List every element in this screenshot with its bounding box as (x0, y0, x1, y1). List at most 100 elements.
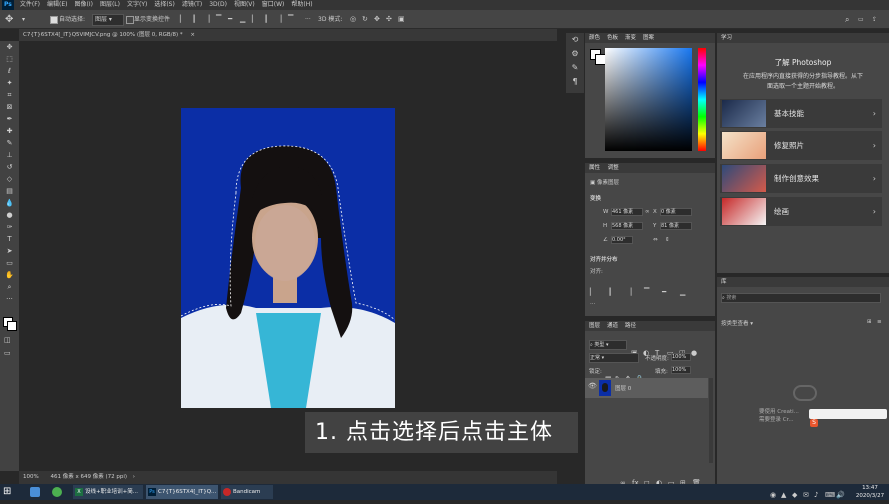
background-color-swatch[interactable] (7, 321, 17, 331)
more-tools-icon[interactable]: ··· (0, 293, 19, 305)
tray-icon-6[interactable]: ⌨ (825, 487, 836, 503)
prop-align-top-icon[interactable]: ▔ (644, 288, 662, 296)
canvas-area[interactable]: 1. 点击选择后点击主体 (19, 41, 578, 471)
menu-item[interactable]: 滤镜(T) (182, 1, 202, 8)
start-button[interactable]: ⊞ (3, 486, 15, 498)
ime-toolbar[interactable]: S (809, 409, 887, 427)
history-brush-tool-icon[interactable]: ↺ (0, 161, 19, 173)
angle-input[interactable]: 0.00° (611, 236, 633, 244)
frame-tool-icon[interactable]: ⊠ (0, 101, 19, 113)
align-right-icon[interactable]: ▕ (204, 10, 216, 29)
y-input[interactable]: 81 像素 (660, 222, 692, 230)
tray-icon-5[interactable]: ♪ (814, 487, 825, 503)
search-icon[interactable]: ⌕ (845, 10, 849, 29)
prop-align-center-icon[interactable]: ┃ (608, 288, 626, 296)
flip-vertical-icon[interactable]: ⇕ (665, 237, 670, 243)
menu-item[interactable]: 图像(I) (75, 1, 93, 8)
status-menu-arrow-icon[interactable]: › (133, 474, 135, 480)
document-tab[interactable]: C7{T}6STX4[_IT}Q5VIMJCV.png @ 100% (图层 0… (19, 29, 557, 41)
link-icon[interactable]: ∞ (645, 209, 650, 215)
width-input[interactable]: 461 像素 (611, 208, 643, 216)
tab-channels[interactable]: 通道 (607, 323, 618, 329)
taskbar-item-bandicam[interactable]: Bandicam (221, 485, 273, 499)
clock[interactable]: 13:47 2020/3/27 (853, 484, 887, 500)
taskbar-item-excel[interactable]: X 设线+职业培训+简... (73, 485, 143, 499)
distribute-top-icon[interactable]: ▏ (252, 10, 264, 29)
prop-align-bottom-icon[interactable]: ▁ (680, 288, 698, 296)
align-top-icon[interactable]: ▔ (216, 10, 228, 29)
menu-item[interactable]: 3D(D) (209, 1, 227, 8)
fill-input[interactable]: 100% (671, 366, 691, 374)
pen-tool-icon[interactable]: ✑ (0, 221, 19, 233)
view-by-type-dropdown[interactable]: 按类型查看 ▾ (721, 319, 753, 327)
scale-3d-icon[interactable]: ▣ (398, 10, 410, 29)
close-tab-icon[interactable]: × (190, 32, 195, 38)
tab-learn[interactable]: 学习 (721, 35, 732, 41)
align-middle-v-icon[interactable]: ━ (228, 10, 240, 29)
filter-toggle-icon[interactable]: ● (691, 349, 703, 357)
list-view-icon[interactable]: ≡ (877, 319, 882, 325)
roll-3d-icon[interactable]: ↻ (362, 10, 374, 29)
marquee-tool-icon[interactable]: ⬚ (0, 53, 19, 65)
align-center-h-icon[interactable]: ┃ (192, 10, 204, 29)
align-bottom-icon[interactable]: ▁ (240, 10, 252, 29)
rectangle-tool-icon[interactable]: ▭ (0, 257, 19, 269)
menu-item[interactable]: 选择(S) (154, 1, 175, 8)
actions-icon[interactable]: ⚙ (566, 47, 584, 61)
auto-select-dropdown[interactable]: 图层 ▾ (92, 14, 124, 26)
tab-properties[interactable]: 属性 (589, 165, 600, 171)
type-tool-icon[interactable]: T (0, 233, 19, 245)
prop-align-left-icon[interactable]: ▏ (590, 288, 608, 296)
gradient-tool-icon[interactable]: ▤ (0, 185, 19, 197)
history-icon[interactable]: ⟲ (566, 33, 584, 47)
more-properties-icon[interactable]: ··· (590, 301, 595, 307)
learn-item-creative-effects[interactable]: 制作创意效果 › (720, 164, 882, 193)
align-left-icon[interactable]: ▏ (180, 10, 192, 29)
distribute-bottom-icon[interactable]: ▕ (276, 10, 288, 29)
pan-3d-icon[interactable]: ✥ (374, 10, 386, 29)
hand-tool-icon[interactable]: ✋ (0, 269, 19, 281)
clone-stamp-tool-icon[interactable]: ⊥ (0, 149, 19, 161)
distribute-left-icon[interactable]: ▔ (288, 10, 300, 29)
tool-preset-dropdown[interactable]: ▾ (22, 10, 25, 29)
taskbar-item-photoshop[interactable]: Ps C7{T}6STX4[_IT}Q... (146, 485, 218, 499)
prop-align-right-icon[interactable]: ▕ (626, 288, 644, 296)
tray-icon-3[interactable]: ◆ (792, 487, 803, 503)
eraser-tool-icon[interactable]: ◇ (0, 173, 19, 185)
photo-canvas[interactable] (181, 108, 395, 408)
crop-tool-icon[interactable]: ⌗ (0, 89, 19, 101)
layer-row[interactable]: 👁 图层 0 (585, 378, 708, 398)
menu-item[interactable]: 视图(V) (234, 1, 255, 8)
tab-patterns[interactable]: 图案 (643, 35, 654, 41)
tab-libraries[interactable]: 库 (721, 279, 727, 285)
blend-mode-select[interactable]: 正常 ▾ (589, 353, 639, 363)
app-icon-1[interactable] (30, 487, 40, 497)
menu-item[interactable]: 文件(F) (20, 1, 40, 8)
hue-slider[interactable] (698, 48, 706, 151)
app-icon-2[interactable] (52, 487, 62, 497)
zoom-tool-icon[interactable]: ⌕ (0, 281, 19, 293)
library-search-input[interactable]: ⌕ 搜索 (721, 293, 881, 303)
brush-tool-icon[interactable]: ✎ (0, 137, 19, 149)
more-options-icon[interactable]: ··· (305, 10, 311, 29)
tab-gradients[interactable]: 渐变 (625, 35, 636, 41)
tab-color[interactable]: 颜色 (589, 35, 600, 41)
flip-horizontal-icon[interactable]: ⇔ (653, 237, 658, 243)
orbit-3d-icon[interactable]: ◎ (350, 10, 362, 29)
menu-item[interactable]: 文字(Y) (127, 1, 147, 8)
layers-scrollbar[interactable] (709, 378, 713, 463)
tray-icon-4[interactable]: ✉ (803, 487, 814, 503)
screen-mode-icon[interactable]: ▭ (4, 349, 11, 357)
show-transform-checkbox[interactable] (126, 16, 134, 24)
workspace-icon[interactable]: ▭ (858, 10, 864, 29)
healing-brush-tool-icon[interactable]: ✚ (0, 125, 19, 137)
prop-align-middle-icon[interactable]: ━ (662, 288, 680, 296)
tab-layers[interactable]: 图层 (589, 323, 600, 329)
x-input[interactable]: 0 像素 (660, 208, 692, 216)
menu-item[interactable]: 编辑(E) (47, 1, 67, 8)
visibility-eye-icon[interactable]: 👁 (588, 382, 597, 390)
move-tool-icon[interactable]: ✥ (0, 41, 19, 53)
quick-mask-icon[interactable]: ◫ (4, 336, 11, 344)
opacity-input[interactable]: 100% (671, 353, 691, 361)
color-picker-field[interactable] (605, 48, 692, 151)
